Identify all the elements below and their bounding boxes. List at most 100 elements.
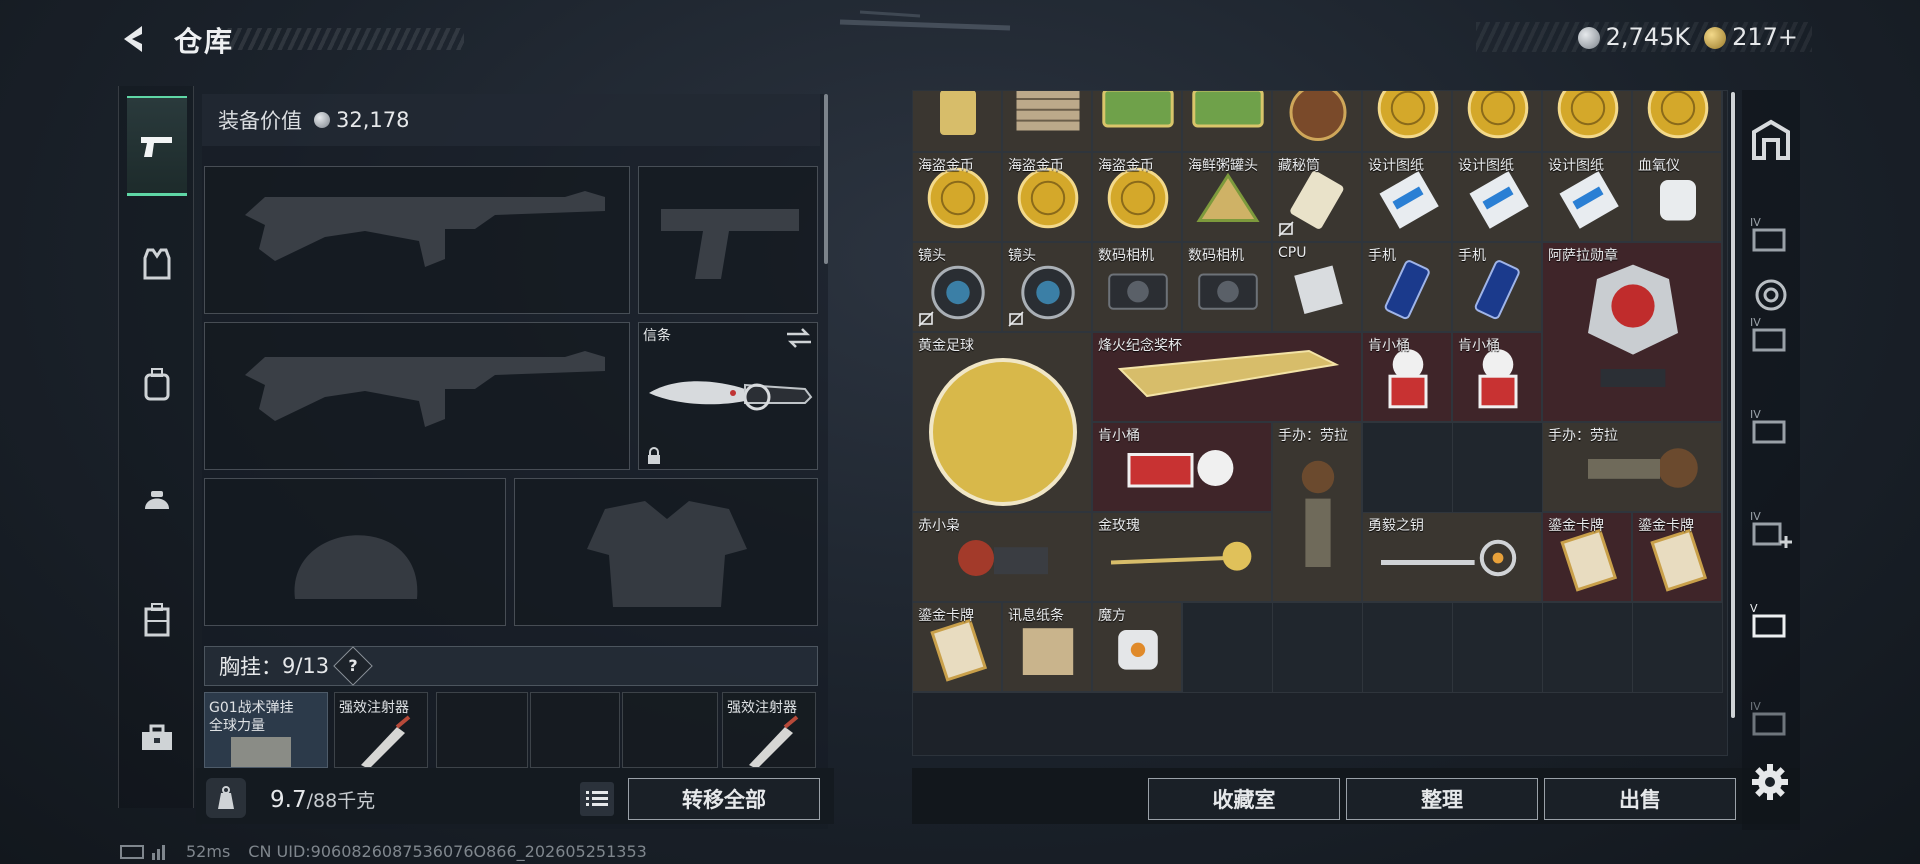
stash-item[interactable]: CPU [1273, 243, 1362, 332]
stash-item[interactable]: 海盗金币 [913, 153, 1002, 242]
help-button[interactable]: ? [333, 646, 373, 686]
armor-slot[interactable] [514, 478, 818, 626]
stash-item[interactable]: 鎏金卡牌 [913, 603, 1002, 692]
stash-item[interactable]: 手机 [1453, 243, 1542, 332]
stash-item[interactable]: 魔方 [1093, 603, 1182, 692]
case-tab-4[interactable]: IV [1748, 696, 1794, 742]
melee-slot[interactable]: 信条 [638, 322, 818, 470]
stash-scroll-thumb[interactable] [1731, 92, 1735, 718]
stash-item[interactable]: 海盗金币 [1363, 91, 1452, 152]
stash-scrollbar[interactable] [1730, 92, 1736, 718]
stash-item-name: 海鲜粥罐头 [1188, 158, 1258, 174]
gold-currency[interactable]: 217+ [1704, 23, 1798, 51]
sidebar-item-case[interactable] [127, 570, 187, 670]
stash-item[interactable]: 肯小桶 [1093, 423, 1272, 512]
stash-item[interactable]: 鎏金卡牌 [1633, 513, 1722, 602]
stash-item[interactable]: 手办：劳拉 [1543, 423, 1722, 512]
stash-item-name: 藏秘筒 [1278, 158, 1320, 174]
stash-item[interactable]: 肯小桶 [1363, 333, 1452, 422]
stash-item[interactable]: 烽火纪念奖杯 [1093, 333, 1362, 422]
case-tab-3[interactable]: IV [1748, 404, 1794, 450]
stash-item[interactable]: 海鲜粥罐头 [1183, 153, 1272, 242]
sidebar-item-backpack[interactable] [127, 334, 187, 434]
helmet-icon [145, 491, 169, 509]
stash-cell[interactable] [1363, 603, 1453, 693]
stash-item[interactable]: 镜头 [1003, 243, 1092, 332]
stash-cell[interactable] [1453, 423, 1543, 513]
stash-item[interactable]: 赤小枭 [913, 513, 1092, 602]
stash-item[interactable]: 海盗金币 [1543, 91, 1632, 152]
injector-icon [361, 715, 411, 767]
helmet-slot[interactable] [204, 478, 506, 626]
add-case-button[interactable]: IV [1748, 506, 1794, 552]
back-button[interactable] [118, 22, 152, 56]
collection-room-button[interactable]: 收藏室 [1148, 778, 1340, 820]
sort-button[interactable]: 整理 [1346, 778, 1538, 820]
sidebar-item-helmet[interactable] [127, 452, 187, 552]
medal-icon [1588, 264, 1678, 387]
stash-item[interactable]: 肯小桶 [1453, 333, 1542, 422]
stash-item[interactable]: 海盗金币 [1453, 91, 1542, 152]
stash-item[interactable]: 手办：劳拉 [1273, 423, 1362, 602]
helmet-silhouette-icon [294, 535, 418, 599]
stash-overview-button[interactable] [1748, 118, 1794, 164]
stash-cell[interactable] [1273, 603, 1363, 693]
equipment-scrollbar[interactable] [824, 94, 828, 264]
stash-grid: 纯金打火机军用网络...营养粥罐头营养粥罐头八音盒海盗金币海盗金币海盗金币海盗金… [913, 91, 1727, 755]
list-view-button[interactable] [580, 782, 614, 816]
stash-item[interactable]: 数码相机 [1183, 243, 1272, 332]
stash-item[interactable]: 营养粥罐头 [1093, 91, 1182, 152]
stash-item-name: 海盗金币 [1098, 158, 1154, 174]
primary-weapon-slot[interactable] [204, 166, 630, 314]
swap-icon[interactable] [785, 327, 813, 349]
rig-slot-injector[interactable]: 强效注射器 [722, 692, 816, 768]
sidebar-item-weapons[interactable] [127, 96, 187, 196]
stash-item[interactable]: 设计图纸 [1543, 153, 1632, 242]
settings-button[interactable] [1750, 762, 1790, 802]
rig-slot-empty[interactable] [530, 692, 620, 768]
stash-item[interactable]: 血氧仪 [1633, 153, 1722, 242]
stash-item[interactable]: 手机 [1363, 243, 1452, 332]
stash-cell[interactable] [1363, 423, 1453, 513]
stash-item[interactable]: 镜头 [913, 243, 1002, 332]
stash-item[interactable]: 海盗金币 [1093, 153, 1182, 242]
secondary-weapon-slot[interactable] [204, 322, 630, 470]
case-tab-1[interactable]: IV [1748, 212, 1794, 258]
case-tab-active[interactable]: V [1748, 598, 1794, 644]
stash-item[interactable]: 设计图纸 [1363, 153, 1452, 242]
transfer-all-button[interactable]: 转移全部 [628, 778, 820, 820]
stash-cell[interactable] [1633, 603, 1723, 693]
stash-cell[interactable] [1543, 603, 1633, 693]
stash-item[interactable]: 数码相机 [1093, 243, 1182, 332]
stash-item[interactable]: 海盗金币 [1633, 91, 1722, 152]
stash-cell[interactable] [1183, 603, 1273, 693]
stash-item[interactable]: 海盗金币 [1003, 153, 1092, 242]
congee-can-icon [1102, 91, 1174, 128]
pistol-slot[interactable] [638, 166, 818, 314]
rig-slot-empty[interactable] [622, 692, 718, 768]
stash-item[interactable]: 设计图纸 [1453, 153, 1542, 242]
sell-button[interactable]: 出售 [1544, 778, 1736, 820]
sidebar-item-toolbox[interactable] [127, 688, 187, 788]
stash-item[interactable]: 阿萨拉勋章 [1543, 243, 1722, 422]
stash-item[interactable]: 藏秘筒 [1273, 153, 1362, 242]
golden-football-icon [929, 358, 1077, 506]
stash-item[interactable]: 八音盒 [1273, 91, 1362, 152]
melee-slot-label: 信条 [643, 328, 671, 344]
stash-item[interactable]: 营养粥罐头 [1183, 91, 1272, 152]
stash-item[interactable]: 讯息纸条 [1003, 603, 1092, 692]
stash-item[interactable]: 勇毅之钥 [1363, 513, 1542, 602]
stash-cell[interactable] [1453, 603, 1543, 693]
stash-item[interactable]: 鎏金卡牌 [1543, 513, 1632, 602]
rig-slot-empty[interactable] [436, 692, 528, 768]
stash-item[interactable]: 军用网络... [1003, 91, 1092, 152]
stash-item[interactable]: 金玫瑰 [1093, 513, 1272, 602]
stash-item[interactable]: 纯金打火机 [913, 91, 1002, 152]
rig-slot-tactical[interactable]: G01战术弹挂 全球力量 [204, 692, 328, 768]
sidebar-item-vest[interactable] [127, 214, 187, 314]
case-tab-2[interactable]: IV [1748, 312, 1794, 358]
stash-item-name: 手办：劳拉 [1278, 428, 1348, 444]
stash-item[interactable]: 黄金足球 [913, 333, 1092, 512]
svg-text:V: V [1750, 602, 1758, 615]
rig-slot-injector[interactable]: 强效注射器 [334, 692, 428, 768]
